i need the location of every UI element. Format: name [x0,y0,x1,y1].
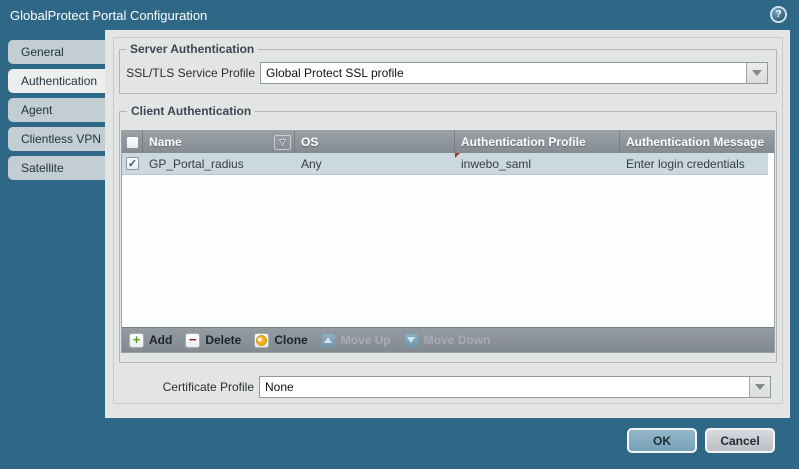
chevron-down-icon [752,70,762,76]
server-authentication-legend: Server Authentication [126,42,258,56]
move-up-button[interactable]: Move Up [321,333,391,348]
tab-agent[interactable]: Agent [8,98,105,122]
certificate-profile-label: Certificate Profile [119,380,259,394]
row-checkbox[interactable] [126,157,139,170]
chevron-down-icon [755,384,765,390]
row-checkbox-cell [122,153,143,174]
chevron-down-icon: ▽ [279,137,286,148]
server-authentication-group: Server Authentication SSL/TLS Service Pr… [119,42,777,94]
globalprotect-portal-dialog: GlobalProtect Portal Configuration ? Gen… [0,0,799,469]
tab-clientless-vpn[interactable]: Clientless VPN [8,127,105,151]
tab-general[interactable]: General [8,40,105,64]
dialog-title: GlobalProtect Portal Configuration [10,8,207,23]
certificate-profile-value: None [260,380,749,394]
arrow-up-icon [321,333,336,348]
clone-icon [254,333,269,348]
cancel-button[interactable]: Cancel [705,428,775,453]
ssl-tls-profile-value: Global Protect SSL profile [261,66,746,80]
column-menu-button[interactable]: ▽ [274,135,291,150]
client-auth-table: Name ▽ OS Authentication Profile Authent… [121,130,775,353]
cell-name[interactable]: GP_Portal_radius [143,153,295,174]
move-down-button[interactable]: Move Down [404,333,491,348]
plus-icon: + [129,333,144,348]
client-authentication-legend: Client Authentication [127,104,255,118]
cell-auth-profile[interactable]: inwebo_saml [455,153,620,174]
column-header-auth-profile[interactable]: Authentication Profile [455,131,620,153]
tab-content-panel: Server Authentication SSL/TLS Service Pr… [113,37,783,404]
select-all-cell [122,131,143,153]
tab-content: Server Authentication SSL/TLS Service Pr… [105,30,790,418]
select-all-checkbox[interactable] [126,136,139,149]
tab-authentication[interactable]: Authentication [8,69,105,93]
ssl-tls-profile-select[interactable]: Global Protect SSL profile [260,62,768,84]
cell-os[interactable]: Any [295,153,455,174]
clone-button[interactable]: Clone [254,333,307,348]
ssl-tls-profile-label: SSL/TLS Service Profile [120,66,260,80]
table-toolbar: + Add − Delete Clone [122,327,774,352]
help-icon[interactable]: ? [770,6,787,23]
minus-icon: − [185,333,200,348]
ok-button[interactable]: OK [627,428,697,453]
client-authentication-group: Client Authentication Name ▽ OS [119,104,777,363]
add-button[interactable]: + Add [129,333,172,348]
certificate-profile-row: Certificate Profile None [119,376,771,398]
table-body: GP_Portal_radius Any inwebo_saml Enter l… [122,153,774,327]
column-header-os[interactable]: OS [295,131,455,153]
arrow-down-icon [404,333,419,348]
table-header-row: Name ▽ OS Authentication Profile Authent… [122,131,774,153]
tab-satellite[interactable]: Satellite [8,156,105,180]
column-header-auth-message[interactable]: Authentication Message [620,131,774,153]
certificate-profile-select[interactable]: None [259,376,771,398]
cell-auth-message[interactable]: Enter login credentials [620,153,768,174]
ssl-tls-profile-dropdown-button[interactable] [746,63,767,83]
dialog-titlebar: GlobalProtect Portal Configuration ? [0,0,799,30]
certificate-profile-dropdown-button[interactable] [749,377,770,397]
left-tab-strip: General Authentication Agent Clientless … [0,30,105,418]
dialog-footer: OK Cancel [0,418,799,469]
modified-flag-icon [455,153,460,158]
table-row[interactable]: GP_Portal_radius Any inwebo_saml Enter l… [122,153,768,175]
delete-button[interactable]: − Delete [185,333,241,348]
column-header-name[interactable]: Name ▽ [143,131,295,153]
